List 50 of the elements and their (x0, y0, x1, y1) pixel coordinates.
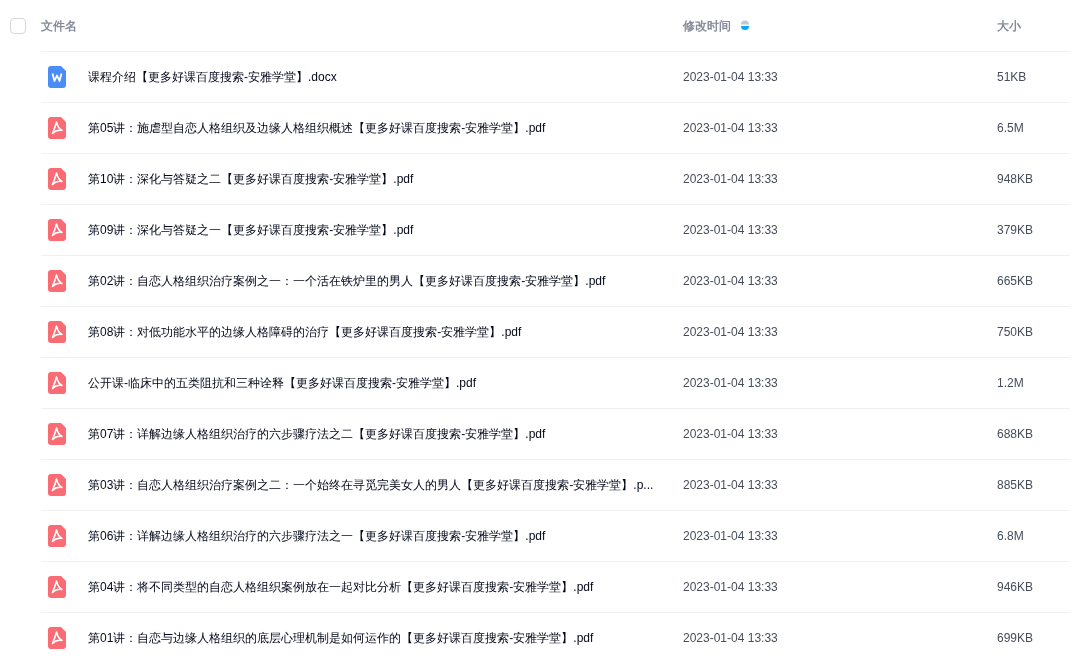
pdf-file-icon (48, 219, 66, 241)
modified-time: 2023-01-04 13:33 (683, 324, 779, 341)
pdf-file-icon (48, 321, 66, 343)
word-file-icon (48, 66, 66, 88)
file-size: 948KB (997, 171, 1034, 188)
pdf-file-icon (48, 525, 66, 547)
modified-time: 2023-01-04 13:33 (683, 273, 779, 290)
file-name[interactable]: 第02讲：自恋人格组织治疗案例之一：一个活在铁炉里的男人【更多好课百度搜索-安雅学堂】.pdf (88, 272, 683, 290)
file-size: 1.2M (997, 375, 1024, 392)
file-name[interactable]: 第05讲：施虐型自恋人格组织及边缘人格组织概述【更多好课百度搜索-安雅学堂】.pdf (88, 119, 683, 137)
modified-time: 2023-01-04 13:33 (683, 528, 779, 545)
file-size: 6.5M (997, 120, 1024, 137)
file-size: 51KB (997, 69, 1027, 86)
modified-time: 2023-01-04 13:33 (683, 630, 779, 647)
pdf-file-icon (48, 117, 66, 139)
file-name[interactable]: 课程介绍【更多好课百度搜索-安雅学堂】.docx (88, 68, 683, 86)
modified-time: 2023-01-04 13:33 (683, 375, 779, 392)
pdf-file-icon (48, 372, 66, 394)
file-size: 946KB (997, 579, 1034, 596)
pdf-file-icon (48, 474, 66, 496)
file-size: 699KB (997, 630, 1034, 647)
file-size: 885KB (997, 477, 1034, 494)
file-name[interactable]: 第03讲：自恋人格组织治疗案例之二：一个始终在寻觅完美女人的男人【更多好课百度搜索-安雅学堂】.p... (88, 476, 683, 494)
file-name[interactable]: 第01讲：自恋与边缘人格组织的底层心理机制是如何运作的【更多好课百度搜索-安雅学堂】.pdf (88, 629, 683, 647)
modified-time: 2023-01-04 13:33 (683, 222, 779, 239)
modified-time: 2023-01-04 13:33 (683, 171, 779, 188)
file-size: 6.8M (997, 528, 1024, 545)
file-name[interactable]: 第10讲：深化与答疑之二【更多好课百度搜索-安雅学堂】.pdf (88, 170, 683, 188)
modified-time: 2023-01-04 13:33 (683, 477, 779, 494)
pdf-file-icon (48, 423, 66, 445)
file-name[interactable]: 第07讲：详解边缘人格组织治疗的六步骤疗法之二【更多好课百度搜索-安雅学堂】.pdf (88, 425, 683, 443)
modified-time: 2023-01-04 13:33 (683, 69, 779, 86)
file-size: 750KB (997, 324, 1034, 341)
modified-time: 2023-01-04 13:33 (683, 579, 779, 596)
pdf-file-icon (48, 627, 66, 649)
file-name[interactable]: 第09讲：深化与答疑之一【更多好课百度搜索-安雅学堂】.pdf (88, 221, 683, 239)
file-name[interactable]: 第04讲：将不同类型的自恋人格组织案例放在一起对比分析【更多好课百度搜索-安雅学堂】.pdf (88, 578, 683, 596)
file-name[interactable]: 公开课-临床中的五类阻抗和三种诠释【更多好课百度搜索-安雅学堂】.pdf (88, 374, 683, 392)
file-size: 688KB (997, 426, 1034, 443)
file-size: 379KB (997, 222, 1034, 239)
file-size: 665KB (997, 273, 1034, 290)
modified-time: 2023-01-04 13:33 (683, 426, 779, 443)
pdf-file-icon (48, 270, 66, 292)
file-name[interactable]: 第06讲：详解边缘人格组织治疗的六步骤疗法之一【更多好课百度搜索-安雅学堂】.pdf (88, 527, 683, 545)
pdf-file-icon (48, 168, 66, 190)
pdf-file-icon (48, 576, 66, 598)
modified-time: 2023-01-04 13:33 (683, 120, 779, 137)
sort-icon[interactable] (741, 20, 749, 31)
file-name[interactable]: 第08讲：对低功能水平的边缘人格障碍的治疗【更多好课百度搜索-安雅学堂】.pdf (88, 323, 683, 341)
select-all-checkbox[interactable] (10, 17, 26, 34)
